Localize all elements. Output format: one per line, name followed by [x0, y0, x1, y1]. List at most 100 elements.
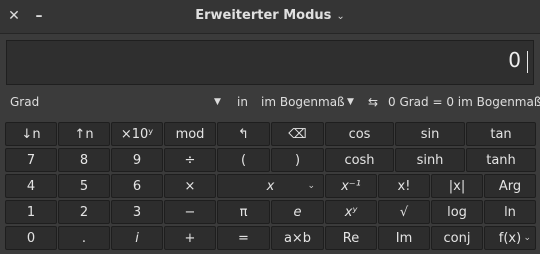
- button-label: 8: [79, 152, 89, 168]
- target-unit-dropdown-icon[interactable]: ▼: [347, 97, 354, 107]
- modulus-button[interactable]: mod: [164, 122, 216, 146]
- keypad: ↓n ↑n ×10ʸ mod ↰ ⌫ cos sin tan 7 8 9 ÷ (…: [5, 122, 536, 250]
- button-label: −: [184, 204, 196, 220]
- digit-4-button[interactable]: 4: [5, 174, 57, 198]
- decimal-point-button[interactable]: .: [58, 226, 110, 250]
- function-dropdown-button[interactable]: f(x) ⌄: [484, 226, 536, 250]
- target-unit-select[interactable]: im Bogenmaß: [261, 95, 345, 109]
- button-label: xʸ: [344, 204, 358, 220]
- button-label: Im: [395, 230, 413, 246]
- button-label: 1: [26, 204, 36, 220]
- button-label: ): [294, 152, 301, 168]
- imaginary-i-button[interactable]: i: [111, 226, 163, 250]
- add-button[interactable]: +: [164, 226, 216, 250]
- button-label: 3: [132, 204, 142, 220]
- exponent-button[interactable]: ×10ʸ: [111, 122, 163, 146]
- digit-1-button[interactable]: 1: [5, 200, 57, 224]
- tanh-button[interactable]: tanh: [466, 148, 536, 172]
- digit-7-button[interactable]: 7: [5, 148, 57, 172]
- button-label: 0: [26, 230, 36, 246]
- button-label: e: [293, 204, 302, 220]
- window-title: Erweiterter Modus: [195, 8, 332, 23]
- button-label: 7: [26, 152, 36, 168]
- digit-2-button[interactable]: 2: [58, 200, 110, 224]
- button-label: tan: [490, 126, 512, 142]
- button-label: =: [238, 230, 249, 246]
- button-label: mod: [175, 126, 205, 142]
- button-label: π: [239, 204, 248, 220]
- button-label: Re: [342, 230, 360, 246]
- log-button[interactable]: log: [431, 200, 483, 224]
- swap-arrows-icon[interactable]: ⇆: [368, 95, 378, 109]
- digit-8-button[interactable]: 8: [58, 148, 110, 172]
- in-label: in: [237, 95, 248, 109]
- angle-unit-value: Grad: [10, 95, 40, 109]
- digit-9-button[interactable]: 9: [111, 148, 163, 172]
- button-label: cos: [348, 126, 371, 142]
- digit-5-button[interactable]: 5: [58, 174, 110, 198]
- button-label: ×: [184, 178, 196, 194]
- button-label: Arg: [498, 178, 522, 194]
- button-label: 4: [26, 178, 36, 194]
- button-label: ↰: [238, 126, 249, 142]
- euler-e-button[interactable]: e: [271, 200, 324, 224]
- button-label: ×10ʸ: [120, 126, 154, 142]
- button-label: tanh: [486, 152, 516, 168]
- variable-x-dropdown[interactable]: x ⌄: [217, 174, 324, 198]
- backspace-icon: ⌫: [288, 126, 307, 142]
- digit-6-button[interactable]: 6: [111, 174, 163, 198]
- conjugate-button[interactable]: conj: [431, 226, 483, 250]
- absolute-value-button[interactable]: |x|: [431, 174, 483, 198]
- button-label: (: [240, 152, 247, 168]
- button-label: |x|: [448, 178, 466, 194]
- chevron-down-icon: ⌄: [307, 181, 315, 191]
- display-field[interactable]: 0: [6, 40, 534, 85]
- button-label: ÷: [184, 152, 196, 168]
- button-label: log: [447, 204, 467, 220]
- shift-down-button[interactable]: ↓n: [5, 122, 57, 146]
- button-label: sinh: [416, 152, 444, 168]
- button-label: conj: [443, 230, 471, 246]
- angle-unit-dropdown-icon[interactable]: ▼: [214, 97, 221, 107]
- imaginary-part-button[interactable]: Im: [378, 226, 430, 250]
- digit-3-button[interactable]: 3: [111, 200, 163, 224]
- subtract-button[interactable]: −: [164, 200, 216, 224]
- backspace-button[interactable]: ⌫: [271, 122, 324, 146]
- real-part-button[interactable]: Re: [325, 226, 377, 250]
- undo-button[interactable]: ↰: [217, 122, 270, 146]
- button-label: ↓n: [21, 126, 41, 142]
- tan-button[interactable]: tan: [466, 122, 536, 146]
- button-label: ↑n: [74, 126, 94, 142]
- button-label: i: [135, 230, 139, 246]
- chevron-down-icon: ⌄: [336, 11, 345, 22]
- power-button[interactable]: xʸ: [325, 200, 377, 224]
- button-label: sin: [420, 126, 440, 142]
- digit-0-button[interactable]: 0: [5, 226, 57, 250]
- button-label: cosh: [344, 152, 375, 168]
- shift-up-button[interactable]: ↑n: [58, 122, 110, 146]
- button-label: 9: [132, 152, 142, 168]
- factorize-button[interactable]: a×b: [271, 226, 324, 250]
- multiply-button[interactable]: ×: [164, 174, 216, 198]
- angle-unit-select[interactable]: Grad: [10, 95, 39, 109]
- pi-button[interactable]: π: [217, 200, 270, 224]
- cos-button[interactable]: cos: [325, 122, 394, 146]
- text-caret: [527, 51, 528, 73]
- cosh-button[interactable]: cosh: [325, 148, 394, 172]
- sinh-button[interactable]: sinh: [395, 148, 465, 172]
- equals-button[interactable]: =: [217, 226, 270, 250]
- ln-button[interactable]: ln: [484, 200, 536, 224]
- button-label: 5: [79, 178, 89, 194]
- sin-button[interactable]: sin: [395, 122, 465, 146]
- square-root-button[interactable]: √: [378, 200, 430, 224]
- inverse-button[interactable]: x⁻¹: [325, 174, 377, 198]
- argument-button[interactable]: Arg: [484, 174, 536, 198]
- button-label: √: [399, 204, 409, 220]
- factorial-button[interactable]: x!: [378, 174, 430, 198]
- window-title-menu[interactable]: Erweiterter Modus ⌄: [0, 8, 540, 23]
- open-paren-button[interactable]: (: [217, 148, 270, 172]
- button-label: f(x): [498, 230, 522, 246]
- unit-bar: Grad ▼ in im Bogenmaß ▼ ⇆ 0 Grad = 0 im …: [0, 92, 540, 114]
- close-paren-button[interactable]: ): [271, 148, 324, 172]
- divide-button[interactable]: ÷: [164, 148, 216, 172]
